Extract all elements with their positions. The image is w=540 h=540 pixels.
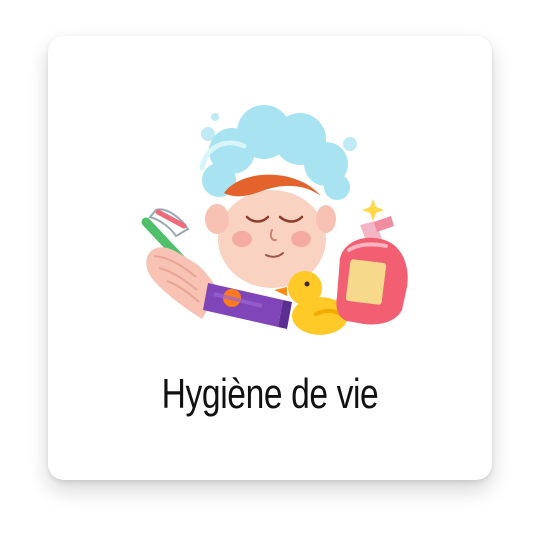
- card-title: Hygiène de vie: [161, 370, 379, 417]
- page: Hygiène de vie: [0, 0, 540, 540]
- sparkle-icon: [362, 199, 384, 221]
- hygiene-category-card[interactable]: Hygiène de vie: [48, 36, 492, 480]
- soap-bottle-icon: [336, 216, 408, 325]
- hygiene-illustration: [141, 105, 408, 335]
